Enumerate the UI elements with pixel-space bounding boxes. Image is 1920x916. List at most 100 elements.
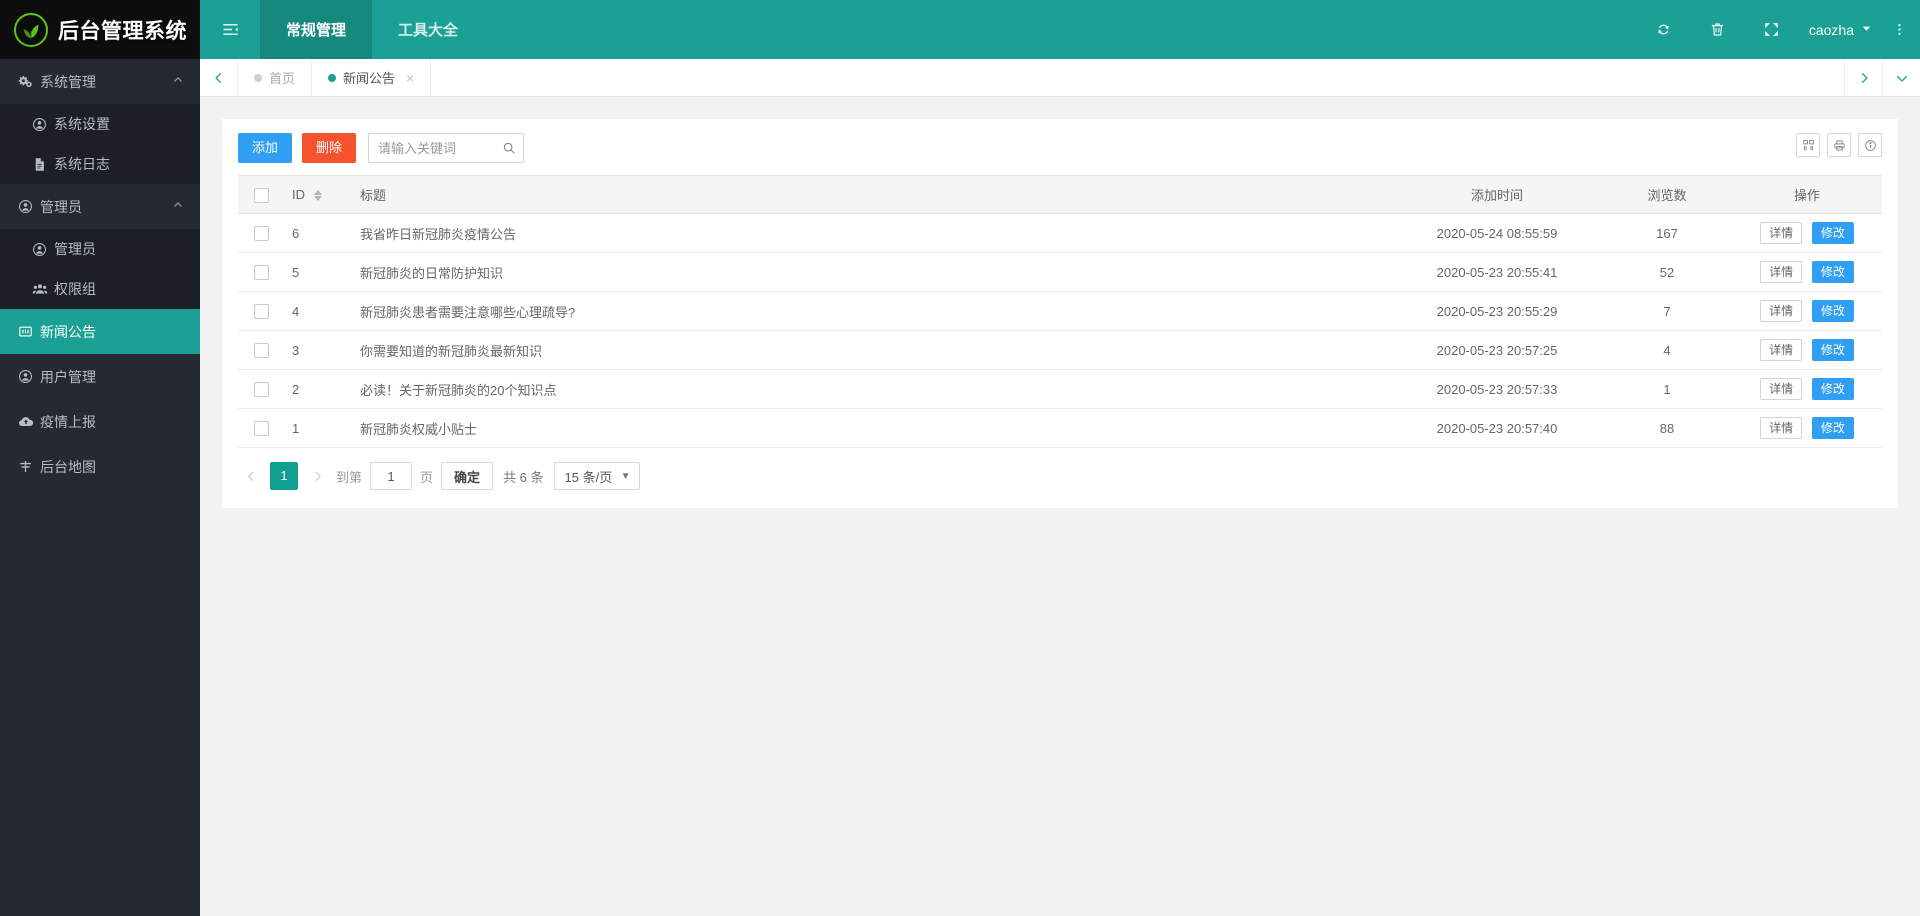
detail-button[interactable]: 详情 <box>1760 300 1803 322</box>
prev-page-button[interactable] <box>240 463 262 489</box>
chevron-right-icon[interactable] <box>1844 59 1882 96</box>
fullscreen-icon[interactable] <box>1745 0 1799 59</box>
info-circle-icon[interactable] <box>1858 133 1882 157</box>
brand-logo-bar[interactable]: 后台管理系统 <box>0 0 200 59</box>
top-tab-label: 工具大全 <box>398 22 459 39</box>
user-circle-icon <box>32 242 54 257</box>
row-time: 2020-05-23 20:57:25 <box>1392 330 1602 370</box>
row-title: 新冠肺炎权威小贴士 <box>352 408 1392 448</box>
row-checkbox[interactable] <box>253 382 269 398</box>
next-page-button[interactable] <box>306 463 328 489</box>
detail-button[interactable]: 详情 <box>1760 417 1803 439</box>
news-table: ID 标题 添加时间 浏览数 操作 6 我省昨日新冠肺炎疫情公告 2020-05… <box>238 175 1882 448</box>
row-checkbox[interactable] <box>253 421 269 437</box>
column-id[interactable]: ID <box>284 175 352 214</box>
goto-page-input[interactable] <box>370 462 413 490</box>
top-tab-general-management[interactable]: 常规管理 <box>260 0 373 59</box>
sidebar-item-system-settings[interactable]: 系统设置 <box>0 104 200 144</box>
sidebar-group-admin[interactable]: 管理员 <box>0 184 200 229</box>
column-time-label: 添加时间 <box>1470 188 1523 203</box>
table-row[interactable]: 5 新冠肺炎的日常防护知识 2020-05-23 20:55:41 52 详情 … <box>238 252 1882 292</box>
cloud-upload-icon <box>18 414 40 430</box>
sidebar-item-admin[interactable]: 管理员 <box>0 229 200 269</box>
edit-button[interactable]: 修改 <box>1811 261 1854 283</box>
table-row[interactable]: 4 新冠肺炎患者需要注意哪些心理疏导? 2020-05-23 20:55:29 … <box>238 291 1882 331</box>
row-checkbox-cell <box>238 408 284 448</box>
column-time: 添加时间 <box>1392 175 1602 214</box>
table-row[interactable]: 3 你需要知道的新冠肺炎最新知识 2020-05-23 20:57:25 4 详… <box>238 330 1882 370</box>
page-unit-label: 页 <box>420 469 434 485</box>
edit-button[interactable]: 修改 <box>1811 300 1854 322</box>
column-title: 标题 <box>352 175 1392 214</box>
add-button[interactable]: 添加 <box>238 133 293 163</box>
table-row[interactable]: 1 新冠肺炎权威小贴士 2020-05-23 20:57:40 88 详情 修改 <box>238 408 1882 448</box>
edit-button[interactable]: 修改 <box>1811 222 1854 244</box>
column-operations-label: 操作 <box>1793 188 1820 203</box>
topbar-left: 常规管理 工具大全 <box>200 0 484 59</box>
goto-page-label: 到第 <box>336 469 363 485</box>
select-all-checkbox[interactable] <box>253 187 269 203</box>
chevron-left-icon[interactable] <box>200 59 238 96</box>
menu-indent-icon[interactable] <box>200 0 260 59</box>
row-time: 2020-05-23 20:57:40 <box>1392 408 1602 448</box>
chevron-down-icon: ▼ <box>620 470 631 482</box>
document-tab-home[interactable]: 首页 <box>238 59 313 96</box>
detail-button[interactable]: 详情 <box>1760 378 1803 400</box>
close-icon[interactable]: × <box>406 70 414 86</box>
row-checkbox[interactable] <box>253 304 269 320</box>
total-count-label: 共 6 条 <box>503 469 544 485</box>
row-views: 4 <box>1602 330 1732 370</box>
detail-button[interactable]: 详情 <box>1760 339 1803 361</box>
column-views-label: 浏览数 <box>1647 188 1687 203</box>
edit-button[interactable]: 修改 <box>1811 417 1854 439</box>
sidebar-item-backend-map[interactable]: 后台地图 <box>0 444 200 488</box>
sidebar-filler <box>0 487 200 916</box>
sidebar-item-news-announcement[interactable]: 新闻公告 <box>0 309 200 354</box>
row-operations: 详情 修改 <box>1732 291 1882 331</box>
sidebar-item-system-log[interactable]: 系统日志 <box>0 144 200 184</box>
columns-filter-icon[interactable] <box>1796 133 1820 157</box>
row-id: 6 <box>284 213 352 253</box>
table-row[interactable]: 2 必读！关于新冠肺炎的20个知识点 2020-05-23 20:57:33 1… <box>238 369 1882 409</box>
row-checkbox[interactable] <box>253 265 269 281</box>
sidebar-item-label: 新闻公告 <box>40 323 96 340</box>
sidebar-item-epidemic-report[interactable]: 疫情上报 <box>0 399 200 444</box>
page-size-value: 15 条/页 <box>564 469 613 485</box>
page-number-1[interactable]: 1 <box>270 462 298 490</box>
edit-button[interactable]: 修改 <box>1811 339 1854 361</box>
row-operations: 详情 修改 <box>1732 213 1882 253</box>
delete-button[interactable]: 删除 <box>302 133 357 163</box>
top-tab-tools[interactable]: 工具大全 <box>372 0 484 59</box>
row-checkbox[interactable] <box>253 226 269 242</box>
sidebar-item-permission-group[interactable]: 权限组 <box>0 269 200 309</box>
chevron-down-icon[interactable] <box>1882 59 1920 96</box>
trash-icon[interactable] <box>1691 0 1745 59</box>
row-views: 167 <box>1602 213 1732 253</box>
topbar-right: caozha <box>1637 0 1920 59</box>
row-id: 5 <box>284 252 352 292</box>
sidebar-sublist-system: 系统设置 系统日志 <box>0 104 200 184</box>
detail-button[interactable]: 详情 <box>1760 261 1803 283</box>
file-text-icon <box>32 157 54 172</box>
refresh-icon[interactable] <box>1637 0 1691 59</box>
sidebar-group-system[interactable]: 系统管理 <box>0 59 200 104</box>
row-checkbox[interactable] <box>253 343 269 359</box>
chevron-up-icon <box>172 199 184 214</box>
vertical-dots-icon[interactable] <box>1886 0 1920 59</box>
table-row[interactable]: 6 我省昨日新冠肺炎疫情公告 2020-05-24 08:55:59 167 详… <box>238 213 1882 253</box>
sidebar-item-user-management[interactable]: 用户管理 <box>0 354 200 399</box>
page-size-select[interactable]: 15 条/页 ▼ <box>553 462 640 490</box>
confirm-page-button[interactable]: 确定 <box>441 462 494 490</box>
row-views: 1 <box>1602 369 1732 409</box>
edit-button[interactable]: 修改 <box>1811 378 1854 400</box>
table-header-row: ID 标题 添加时间 浏览数 操作 <box>238 175 1882 214</box>
print-icon[interactable] <box>1827 133 1851 157</box>
column-select-all <box>238 175 284 214</box>
document-tab-news-announcement[interactable]: 新闻公告 × <box>312 59 432 96</box>
search-input[interactable] <box>368 133 525 163</box>
user-menu[interactable]: caozha <box>1799 0 1886 59</box>
signpost-icon <box>18 459 40 474</box>
sort-toggle-icon[interactable] <box>313 190 322 202</box>
detail-button[interactable]: 详情 <box>1760 222 1803 244</box>
